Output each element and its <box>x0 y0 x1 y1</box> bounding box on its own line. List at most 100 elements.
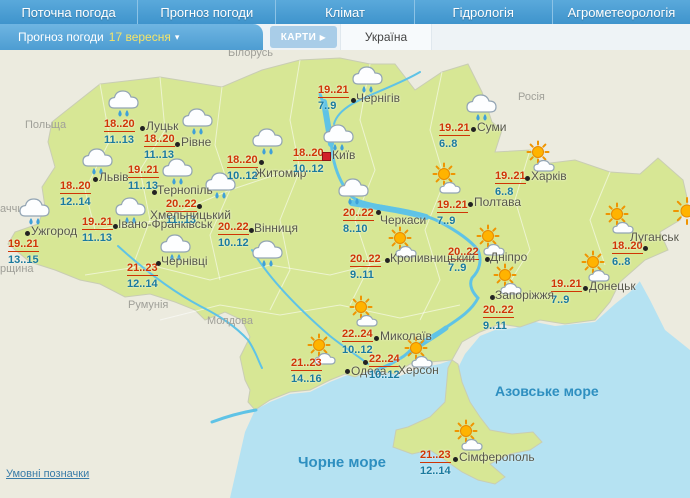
city-temps: 18..20 11..13 <box>104 118 135 146</box>
nav-item-1[interactable]: Прогноз погоди <box>138 0 277 24</box>
city-temps: 19..21 7..9 <box>437 199 468 227</box>
forecast-date-tab[interactable]: Прогноз погоди 17 вересня ▾ <box>0 24 263 50</box>
country-label: Румунія <box>128 299 169 311</box>
day-temp: 19..21 <box>128 164 159 178</box>
city-label[interactable]: Київ <box>332 148 355 162</box>
day-temp: 20..22 <box>483 304 514 318</box>
night-temp: 7..9 <box>318 100 337 112</box>
sea-label: Чорне море <box>298 454 387 471</box>
forecast-date[interactable]: 17 вересня <box>109 30 171 44</box>
city-label[interactable]: Запоріжжя <box>495 288 554 302</box>
city-label[interactable]: Рівне <box>181 135 211 149</box>
chevron-down-icon[interactable]: ▾ <box>175 32 180 43</box>
city-label[interactable]: Полтава <box>474 195 521 209</box>
country-label: Росія <box>518 91 545 103</box>
nav-item-0[interactable]: Поточна погода <box>0 0 139 24</box>
day-temp: 19..21 <box>82 216 113 230</box>
city-temps: 18..20 10..12 <box>227 154 258 182</box>
night-temp: 9..11 <box>483 320 507 332</box>
city-temps: 21..23 12..14 <box>127 262 158 290</box>
city-marker <box>643 246 648 251</box>
city-marker <box>525 176 530 181</box>
city-label[interactable]: Сімферополь <box>459 450 535 464</box>
day-temp: 21..23 <box>420 449 451 463</box>
city-marker <box>25 231 30 236</box>
day-temp: 19..21 <box>551 278 582 292</box>
city-temps: 18..20 10..12 <box>293 147 324 175</box>
city-label[interactable]: Суми <box>477 120 506 134</box>
day-temp: 19..21 <box>318 84 349 98</box>
city-marker <box>374 336 379 341</box>
city-temps: 21..23 12..14 <box>420 449 451 477</box>
city-temps: 22..24 10..12 <box>369 353 400 381</box>
city-label[interactable]: Дніпро <box>490 250 527 264</box>
legend-link[interactable]: Умовні позначки <box>6 468 89 480</box>
city-marker <box>453 457 458 462</box>
sun-icon <box>672 196 690 231</box>
city-label[interactable]: Луганськ <box>630 230 679 244</box>
nav-item-3[interactable]: Гідрологія <box>415 0 553 24</box>
night-temp: 9..11 <box>350 269 374 281</box>
city-temps: 18..20 6..8 <box>612 240 643 268</box>
city-label[interactable]: Хмельницький <box>150 208 231 222</box>
main-nav: Поточна погода Прогноз погоди Клімат Гідрол… <box>0 0 690 24</box>
city-temps: 18..20 11..13 <box>144 133 175 161</box>
day-temp: 18..20 <box>104 118 135 132</box>
rain-cloud-icon <box>250 238 286 275</box>
night-temp: 14..16 <box>291 373 322 385</box>
city-label[interactable]: Миколаїв <box>380 329 432 343</box>
night-temp: 6..8 <box>612 256 631 268</box>
city-label[interactable]: Херсон <box>398 363 439 377</box>
city-label[interactable]: Донецьк <box>589 279 636 293</box>
night-temp: 8..10 <box>343 223 368 235</box>
city-marker <box>93 177 98 182</box>
sea-label: Азовське море <box>495 383 599 399</box>
country-label: Польща <box>25 119 67 131</box>
weather-page: Поточна погода Прогноз погоди Клімат Гідрол… <box>0 0 690 498</box>
nav-item-4[interactable]: Агрометеорологія <box>553 0 690 24</box>
night-temp: 10..12 <box>369 369 400 381</box>
nav-item-2[interactable]: Клімат <box>276 0 415 24</box>
city-label[interactable]: Тернопіль <box>157 183 213 197</box>
night-temp: 10..12 <box>218 237 249 249</box>
city-temps: 20..22 9..11 <box>350 253 381 281</box>
night-temp: 6..8 <box>439 138 458 150</box>
day-temp: 18..20 <box>293 147 324 161</box>
city-temps: 19..21 11..13 <box>128 164 159 192</box>
city-marker <box>140 126 145 131</box>
night-temp: 11..13 <box>144 149 174 161</box>
day-temp: 20..22 <box>350 253 381 267</box>
city-label[interactable]: Ужгород <box>31 224 77 238</box>
day-temp: 18..20 <box>144 133 175 147</box>
tab-ukraine[interactable]: Україна <box>340 24 432 50</box>
ukraine-weather-map: Польща Білорусь Росія Румунія Молдова аччи рщи… <box>0 50 690 498</box>
day-temp: 19..21 <box>8 238 39 252</box>
night-temp: 7..9 <box>437 215 456 227</box>
city-marker <box>345 369 350 374</box>
city-label[interactable]: Харків <box>531 169 567 183</box>
city-label[interactable]: Черкаси <box>380 213 426 227</box>
night-temp: 12..14 <box>60 196 91 208</box>
city-label[interactable]: Кропивницький <box>390 251 475 265</box>
city-label[interactable]: Чернігів <box>356 91 400 105</box>
city-label[interactable]: Вінниця <box>254 221 298 235</box>
city-temps: 19..21 6..8 <box>495 170 526 198</box>
day-temp: 21..23 <box>291 357 322 371</box>
day-temp: 18..20 <box>227 154 258 168</box>
city-temps: 18..20 12..14 <box>60 180 91 208</box>
city-marker <box>468 202 473 207</box>
city-marker <box>583 286 588 291</box>
city-label[interactable]: Чернівці <box>161 254 208 268</box>
city-label[interactable]: Луцьк <box>146 119 178 133</box>
maps-button[interactable]: КАРТИ ▶ <box>270 26 337 48</box>
day-temp: 19..21 <box>437 199 468 213</box>
night-temp: 11..13 <box>82 232 112 244</box>
city-marker <box>259 160 264 165</box>
city-temps: 20..22 10..12 <box>218 221 249 249</box>
night-temp: 12..14 <box>420 465 451 477</box>
forecast-tab-title: Прогноз погоди <box>18 30 104 44</box>
night-temp: 10..12 <box>227 170 258 182</box>
night-temp: 11..13 <box>104 134 134 146</box>
city-label[interactable]: Львів <box>99 170 129 184</box>
country-label: Молдова <box>207 315 253 327</box>
